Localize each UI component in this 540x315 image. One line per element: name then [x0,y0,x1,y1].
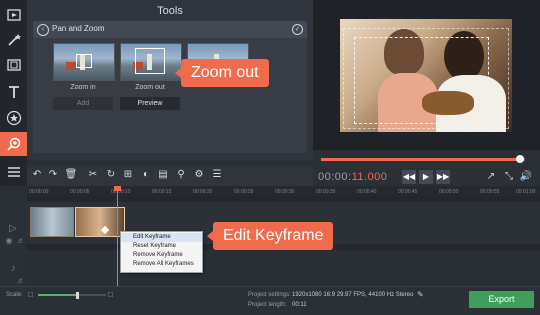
project-settings-label: Project settings: [248,292,291,298]
ruler-tick: 00:00:00 [29,189,49,195]
scale-slider-fill [38,294,78,296]
keyframe-context-menu: Edit Keyframe Reset Keyframe Remove Keyf… [120,231,203,273]
ruler-tick: 00:00:45 [398,189,418,195]
back-icon[interactable]: ‹ [37,24,49,36]
status-bar [0,286,540,315]
project-length-value: 00:11 [292,302,307,308]
zoom-in-thumbnail[interactable] [53,43,115,81]
thumb-label: Zoom in [70,84,96,91]
titles-icon[interactable] [0,80,27,104]
playhead [117,186,118,286]
video-clip[interactable] [30,207,74,237]
menu-item-remove-keyframe[interactable]: Remove Keyframe [121,251,202,260]
detach-icon[interactable]: ↗ [484,170,498,184]
seek-bar-fill [321,158,519,161]
ruler-tick: 00:00:20 [193,189,213,195]
pan-zoom-panel: ‹ Pan and Zoom ✓ Zoom in Add Zoom out Pr… [33,21,307,153]
play-button[interactable]: ▶ [419,170,433,184]
preview-button[interactable]: Preview [120,97,180,110]
ruler-tick: 00:00:15 [152,189,172,195]
color-adjust-icon[interactable]: ◐ [139,168,153,182]
scale-label: Scale: [6,292,23,298]
redo-icon[interactable]: ↷ [46,168,60,182]
timecode-main: 00:00: [318,171,352,183]
export-button[interactable]: Export [469,291,534,308]
edit-keyframe-callout: Edit Keyframe [206,222,334,250]
magic-wand-icon[interactable] [0,28,27,52]
zoom-in-scale-icon[interactable]: □ [108,290,113,299]
tool-strip [0,0,27,186]
zoom-end-frame[interactable] [354,37,489,124]
ruler-tick: 00:01:00 [516,189,536,195]
zoom-out-callout: Zoom out [175,59,269,87]
delete-icon[interactable]: 🗑 [64,168,78,182]
pan-zoom-title: Pan and Zoom [52,24,105,33]
pan-zoom-header: ‹ Pan and Zoom ✓ [33,21,307,38]
ruler-tick: 00:00:25 [234,189,254,195]
playhead-handle[interactable] [114,186,121,191]
ruler-tick: 00:00:55 [480,189,500,195]
settings-icon[interactable]: ⚙ [192,168,206,182]
seek-handle[interactable] [516,155,524,163]
filmstrip-icon[interactable] [0,53,27,77]
check-icon[interactable]: ✓ [292,24,303,35]
zoom-out-scale-icon[interactable]: □ [28,290,33,299]
tools-panel: Tools ‹ Pan and Zoom ✓ Zoom in Add Zoom … [27,0,313,160]
menu-item-edit-keyframe[interactable]: Edit Keyframe [121,233,202,242]
thumb-label: Zoom out [135,84,165,91]
ruler-tick: 00:00:05 [70,189,90,195]
more-menu-icon[interactable] [0,160,27,184]
audio-track[interactable] [27,250,540,284]
star-icon[interactable] [0,106,27,130]
pan-zoom-icon[interactable]: ⚲ [174,168,188,182]
project-settings-value: 1920x1080 16:9 29.97 FPS, 44100 Hz Stere… [292,292,414,298]
scale-slider-handle[interactable] [76,292,79,299]
cut-icon[interactable]: ✂ [86,168,100,182]
zoom-icon[interactable] [0,132,27,156]
zoom-out-thumbnail[interactable] [120,43,182,81]
ruler-tick: 00:00:40 [357,189,377,195]
track-volume-icon[interactable]: ♬ [14,234,28,248]
fullscreen-icon[interactable]: ⤡ [502,170,516,184]
ruler-tick: 00:00:35 [316,189,336,195]
panel-title: Tools [157,5,183,17]
equalizer-icon[interactable]: ☰ [210,168,224,182]
ruler-tick: 00:00:50 [439,189,459,195]
undo-icon[interactable]: ↶ [30,168,44,182]
edit-pencil-icon[interactable]: ✎ [417,290,424,299]
crop-icon[interactable]: ⊞ [121,168,135,182]
timecode-ms: 11.000 [351,171,388,183]
ruler-tick: 00:00:30 [275,189,295,195]
image-icon[interactable]: ▤ [156,168,170,182]
menu-item-reset-keyframe[interactable]: Reset Keyframe [121,242,202,251]
import-media-icon[interactable] [0,3,27,27]
menu-item-remove-all-keyframes[interactable]: Remove All Keyframes [121,260,202,269]
volume-icon[interactable]: 🔊 [519,170,533,184]
add-button[interactable]: Add [53,97,113,110]
next-frame-button[interactable]: ▶▶ [436,170,450,184]
previous-frame-button[interactable]: ◀◀ [402,170,416,184]
rotate-icon[interactable]: ↻ [104,168,118,182]
timecode: 00:00:11.000 [318,171,387,183]
project-length-label: Project length: [248,302,287,308]
